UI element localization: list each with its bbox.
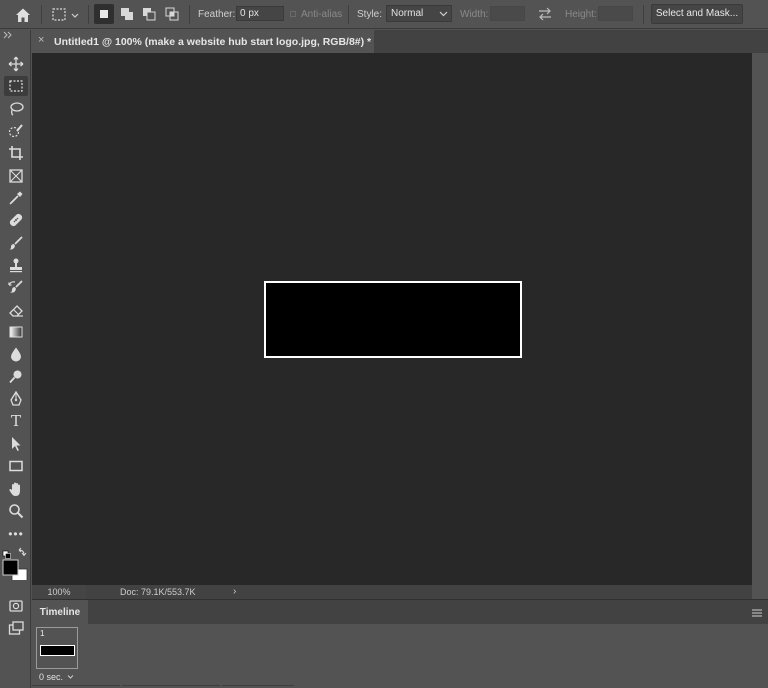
style-select-value: Normal [391, 8, 424, 19]
separator [41, 5, 42, 24]
document-tab-strip: × Untitled1 @ 100% (make a website hub s… [32, 30, 768, 53]
path-selection-tool-icon[interactable] [4, 434, 28, 454]
rectangular-marquee-tool-icon[interactable] [4, 76, 28, 96]
document-tab-title: Untitled1 @ 100% (make a website hub sta… [54, 36, 372, 48]
frame-tool-icon[interactable] [4, 166, 28, 186]
pen-tool-icon[interactable] [4, 389, 28, 409]
separator [643, 5, 644, 24]
separator [189, 5, 190, 24]
dodge-tool-icon[interactable] [4, 367, 28, 387]
timeline-panel-header: Timeline [32, 599, 768, 625]
close-icon[interactable]: × [38, 35, 48, 46]
options-bar: Feather: 0 px Anti-alias Style: Normal W… [0, 0, 768, 29]
vertical-scrollbar[interactable] [752, 53, 768, 585]
feather-input[interactable]: 0 px [236, 6, 284, 21]
hand-tool-icon[interactable] [4, 479, 28, 499]
add-to-selection-icon[interactable] [117, 4, 137, 24]
swap-width-height-icon[interactable] [537, 6, 553, 22]
crop-tool-icon[interactable] [4, 143, 28, 163]
document-canvas[interactable] [264, 281, 522, 358]
type-tool-glyph: T [10, 412, 21, 430]
antialias-label: Anti-alias [301, 9, 343, 20]
status-bar: 100% Doc: 79.1K/553.7K › [32, 585, 752, 599]
edit-toolbar-icon[interactable]: ••• [4, 524, 28, 544]
style-select[interactable]: Normal [386, 5, 452, 22]
status-menu-arrow[interactable]: › [233, 585, 236, 599]
move-tool-icon[interactable] [4, 54, 28, 74]
chevron-down-icon [67, 675, 73, 679]
brush-tool-icon[interactable] [4, 233, 28, 253]
height-label: Height: [565, 9, 597, 20]
animation-frame[interactable]: 1 [36, 627, 78, 669]
intersect-selection-icon[interactable] [162, 4, 182, 24]
feather-label: Feather: [198, 9, 236, 20]
document-tab[interactable]: × Untitled1 @ 100% (make a website hub s… [32, 30, 374, 53]
height-input[interactable] [598, 6, 633, 21]
style-label: Style: [357, 9, 383, 20]
more-tools-glyph: ••• [8, 527, 24, 541]
chevron-down-icon [439, 11, 448, 17]
quick-selection-tool-icon[interactable] [4, 121, 28, 141]
lasso-tool-icon[interactable] [4, 99, 28, 119]
eraser-tool-icon[interactable] [4, 300, 28, 320]
frame-number: 1 [40, 629, 45, 638]
zoom-tool-icon[interactable] [4, 501, 28, 521]
subtract-from-selection-icon[interactable] [139, 4, 159, 24]
healing-brush-tool-icon[interactable] [4, 210, 28, 230]
width-label: Width: [460, 9, 489, 20]
history-brush-tool-icon[interactable] [4, 277, 28, 297]
clone-stamp-tool-icon[interactable] [4, 255, 28, 275]
collapse-panel-icon[interactable] [3, 30, 13, 39]
blur-tool-icon[interactable] [4, 344, 28, 364]
separator [88, 5, 89, 24]
tab-timeline[interactable]: Timeline [32, 600, 88, 625]
eyedropper-tool-icon[interactable] [4, 188, 28, 208]
swap-colors-icon[interactable] [18, 547, 27, 557]
screen-mode-icon[interactable] [4, 618, 28, 638]
marquee-preset-picker[interactable] [50, 5, 82, 25]
separator [348, 5, 349, 24]
foreground-color-swatch[interactable] [2, 559, 19, 576]
frame-thumbnail [40, 645, 75, 656]
default-colors-icon[interactable] [2, 550, 11, 559]
frame-delay-select[interactable]: 0 sec. [39, 671, 81, 683]
timeline-panel: 1 0 sec. [32, 624, 768, 688]
antialias-checkbox[interactable] [290, 11, 296, 17]
select-and-mask-button[interactable]: Select and Mask... [651, 4, 743, 24]
rectangle-tool-icon[interactable] [4, 456, 28, 476]
tools-panel: T ••• [0, 30, 31, 688]
color-swatches [2, 546, 30, 585]
quick-mask-icon[interactable] [4, 596, 28, 616]
home-icon[interactable] [9, 5, 37, 25]
document-info: Doc: 79.1K/553.7K [120, 587, 196, 597]
frame-delay-value: 0 sec. [39, 672, 64, 682]
new-selection-icon[interactable] [94, 4, 114, 24]
width-input[interactable] [490, 6, 525, 21]
zoom-level-field[interactable]: 100% [32, 585, 86, 599]
type-tool-icon[interactable]: T [4, 411, 28, 431]
gradient-tool-icon[interactable] [4, 322, 28, 342]
panel-menu-icon[interactable] [752, 608, 762, 617]
